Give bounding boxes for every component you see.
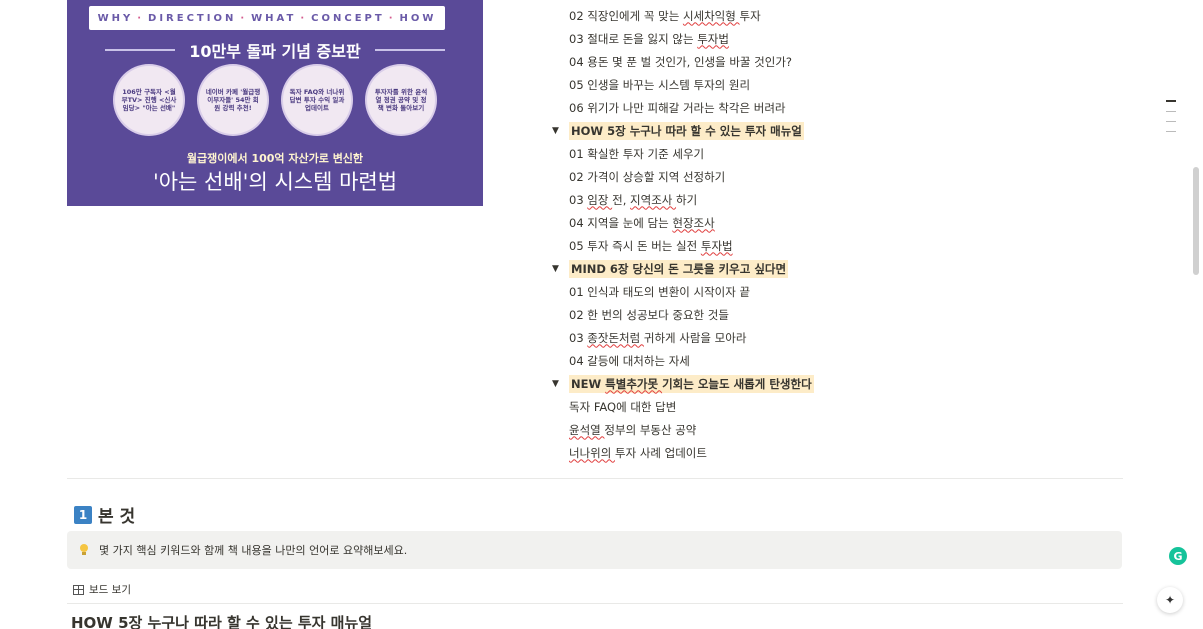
toc-item-label: 04 용돈 몇 푼 벌 것인가, 인생을 바꿀 것인가? <box>569 54 793 69</box>
scrollbar-thumb[interactable] <box>1193 167 1199 275</box>
toggle-item[interactable]: 04 용돈 몇 푼 벌 것인가, 인생을 바꿀 것인가? <box>548 50 908 73</box>
toggle-triangle-icon[interactable]: ▼ <box>548 126 569 136</box>
toc-item-label: 01 인식과 태도의 변환이 시작이자 끝 <box>569 284 751 299</box>
toggle-triangle-icon[interactable]: ▼ <box>548 379 569 389</box>
toc-item-label: 너나위의 투자 사례 업데이트 <box>569 445 707 460</box>
toc-item-label: 01 확실한 투자 기준 세우기 <box>569 146 705 161</box>
toc-list: 02 직장인에게 꼭 맞는 시세차익형 투자 03 절대로 돈을 잃지 않는 투자… <box>548 4 908 464</box>
toc-item-label: 05 인생을 바꾸는 시스템 투자의 원리 <box>569 77 751 92</box>
outline-minimap[interactable] <box>1166 100 1176 141</box>
cover-circles: 106만 구독자 <월부TV> 진행 <신사임당> "아는 선배" 네이버 카페… <box>67 66 483 134</box>
cover-strip-word: CONCEPT <box>311 12 385 24</box>
toc-item-label: 02 한 번의 성공보다 중요한 것들 <box>569 307 729 322</box>
toggle-item[interactable]: 02 가격이 상승할 지역 선정하기 <box>548 165 908 188</box>
cover-banner-text: 10만부 돌파 기념 증보판 <box>189 42 361 61</box>
toc-item-label: 독자 FAQ에 대한 답변 <box>569 399 677 414</box>
toggle-item[interactable]: 독자 FAQ에 대한 답변 <box>548 395 908 418</box>
toggle-heading[interactable]: ▼ MIND 6장 당신의 돈 그릇을 키우고 싶다면 <box>548 257 908 280</box>
board-view-tab[interactable]: 보드 보기 <box>73 582 131 597</box>
toc-item-label: 04 지역을 눈에 담는 현장조사 <box>569 215 715 230</box>
cover-circle: 독자 FAQ와 너나위 답변 투자 수익 일과 업데이트 <box>283 66 351 134</box>
toc-item-label: 03 임장 전, 지역조사 하기 <box>569 192 698 207</box>
toc-item-label: 02 직장인에게 꼭 맞는 시세차익형 투자 <box>569 8 761 23</box>
toggle-triangle-icon[interactable]: ▼ <box>548 264 569 274</box>
section-heading[interactable]: 1 본 것 <box>74 502 135 527</box>
table-icon <box>73 584 84 595</box>
cover-banner: 10만부 돌파 기념 증보판 <box>67 38 483 62</box>
toc-item-label: 03 종잣돈처럼 귀하게 사람을 모아라 <box>569 330 747 345</box>
cover-circle: 투자자를 위한 윤석열 정권 공약 및 정책 변화 돌아보기 <box>367 66 435 134</box>
toggle-item[interactable]: 05 투자 즉시 돈 버는 실전 투자법 <box>548 234 908 257</box>
toggle-item[interactable]: 04 지역을 눈에 담는 현장조사 <box>548 211 908 234</box>
divider <box>67 603 1123 604</box>
toggle-item[interactable]: 01 인식과 태도의 변환이 시작이자 끝 <box>548 280 908 303</box>
toggle-item[interactable]: 02 한 번의 성공보다 중요한 것들 <box>548 303 908 326</box>
toggle-item[interactable]: 04 갈등에 대처하는 자세 <box>548 349 908 372</box>
section-title: 본 것 <box>98 507 136 527</box>
cover-strip-word: WHY <box>97 12 134 24</box>
cover-strip-word: WHAT <box>251 12 297 24</box>
toggle-item[interactable]: 윤석열 정부의 부동산 공약 <box>548 418 908 441</box>
toc-item-label: 04 갈등에 대처하는 자세 <box>569 353 690 368</box>
toggle-item[interactable]: 01 확실한 투자 기준 세우기 <box>548 142 908 165</box>
ai-sparkle-icon[interactable]: ✦ <box>1157 587 1183 613</box>
toc-item-label: MIND 6장 당신의 돈 그릇을 키우고 싶다면 <box>569 259 789 278</box>
cover-top-strip: WHY · DIRECTION · WHAT · CONCEPT · HOW <box>89 6 445 30</box>
toggle-heading[interactable]: ▼ NEW 특별추가못 기회는 오늘도 새롭게 탄생한다 <box>548 372 908 395</box>
toggle-item[interactable]: 06 위기가 나만 피해갈 거라는 착각은 버려라 <box>548 96 908 119</box>
toc-item-label: 윤석열 정부의 부동산 공약 <box>569 422 697 437</box>
toggle-heading[interactable]: ▼ HOW 5장 누구나 따라 할 수 있는 투자 매뉴얼 <box>548 119 908 142</box>
divider <box>67 478 1123 479</box>
cover-subtitle: 월급쟁이에서 100억 자산가로 변신한 <box>186 152 364 165</box>
cover-strip-word: HOW <box>399 12 437 24</box>
cover-main-title: '아는 선배'의 시스템 마련법 <box>152 170 398 194</box>
toggle-item[interactable]: 너나위의 투자 사례 업데이트 <box>548 441 908 464</box>
callout-text: 몇 가지 핵심 키워드와 함께 책 내용을 나만의 언어로 요약해보세요. <box>99 544 408 557</box>
toc-item-label: 06 위기가 나만 피해갈 거라는 착각은 버려라 <box>569 100 786 115</box>
number-one-icon: 1 <box>74 505 92 524</box>
toc-item-label: 05 투자 즉시 돈 버는 실전 투자법 <box>569 238 733 253</box>
toc-item-label: HOW 5장 누구나 따라 할 수 있는 투자 매뉴얼 <box>569 121 804 140</box>
book-cover-image[interactable]: WHY · DIRECTION · WHAT · CONCEPT · HOW 10만부 … <box>67 0 483 206</box>
cover-circle: 네이버 카페 '월급쟁이부자들' 54만 회원 강력 추천! <box>199 66 267 134</box>
board-view-label: 보드 보기 <box>89 584 131 596</box>
toc-item-label: 02 가격이 상승할 지역 선정하기 <box>569 169 726 184</box>
lightbulb-icon <box>79 543 89 557</box>
toc-item-label: 03 절대로 돈을 잃지 않는 투자법 <box>569 31 729 46</box>
toc-item-label: NEW 특별추가못 기회는 오늘도 새롭게 탄생한다 <box>569 374 814 393</box>
toggle-item[interactable]: 03 절대로 돈을 잃지 않는 투자법 <box>548 27 908 50</box>
callout-block[interactable]: 몇 가지 핵심 키워드와 함께 책 내용을 나만의 언어로 요약해보세요. <box>67 531 1122 569</box>
cover-strip-word: DIRECTION <box>148 12 237 24</box>
toggle-item[interactable]: 03 임장 전, 지역조사 하기 <box>548 188 908 211</box>
grammarly-icon[interactable]: G <box>1169 547 1187 565</box>
board-title[interactable]: HOW 5장 누구나 따라 할 수 있는 투자 매뉴얼 <box>71 612 372 629</box>
toggle-item[interactable]: 02 직장인에게 꼭 맞는 시세차익형 투자 <box>548 4 908 27</box>
cover-circle: 106만 구독자 <월부TV> 진행 <신사임당> "아는 선배" <box>115 66 183 134</box>
toggle-item[interactable]: 05 인생을 바꾸는 시스템 투자의 원리 <box>548 73 908 96</box>
toggle-item[interactable]: 03 종잣돈처럼 귀하게 사람을 모아라 <box>548 326 908 349</box>
